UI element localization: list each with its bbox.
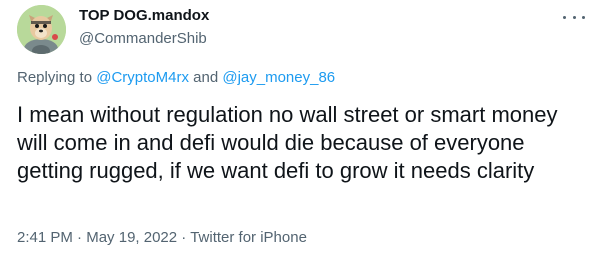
tweet-text: I mean without regulation no wall street… — [17, 102, 558, 183]
more-options-button[interactable] — [563, 8, 585, 26]
tweet-source[interactable]: Twitter for iPhone — [190, 229, 307, 246]
meta-separator: · — [181, 229, 187, 246]
reply-mention-link[interactable]: @CryptoM4rx — [96, 69, 189, 86]
tweet-meta: 2:41 PM · May 19, 2022 · Twitter for iPh… — [17, 228, 307, 248]
meta-separator: · — [77, 229, 83, 246]
replying-conjunction: and — [193, 69, 219, 86]
tweet-time[interactable]: 2:41 PM — [17, 229, 73, 246]
more-horizontal-icon — [563, 15, 566, 19]
reply-mention-link[interactable]: @jay_money_86 — [222, 69, 335, 86]
avatar[interactable] — [17, 5, 66, 54]
tweet-card: TOP DOG.mandox @CommanderShib Replying t… — [0, 0, 603, 257]
author-block: TOP DOG.mandox @CommanderShib — [79, 6, 209, 49]
author-display-name[interactable]: TOP DOG.mandox — [79, 6, 209, 26]
replying-prefix: Replying to — [17, 69, 93, 86]
tweet-date[interactable]: May 19, 2022 — [86, 229, 177, 246]
author-handle[interactable]: @CommanderShib — [79, 29, 209, 49]
more-horizontal-icon-dot — [572, 15, 576, 19]
more-horizontal-icon-dot — [582, 15, 585, 19]
replying-to-line: Replying to @CryptoM4rx and @jay_money_8… — [17, 68, 335, 88]
shiba-dog-avatar-icon — [17, 5, 66, 54]
